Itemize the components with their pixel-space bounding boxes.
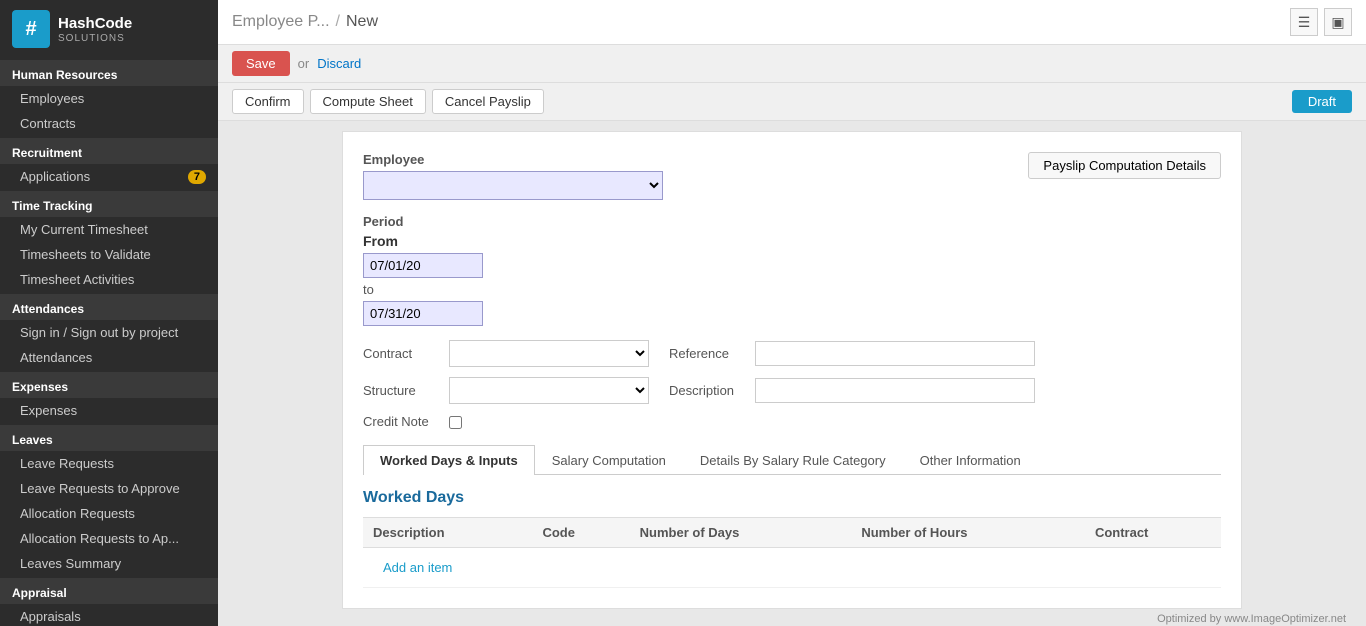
- col-contract: Contract: [1085, 518, 1221, 548]
- period-label: Period: [363, 214, 1221, 229]
- sidebar-item-allocation-requests-to-ap[interactable]: Allocation Requests to Ap...: [0, 526, 218, 551]
- tab-worked-days-inputs[interactable]: Worked Days & Inputs: [363, 445, 535, 475]
- draft-button[interactable]: Draft: [1292, 90, 1352, 113]
- breadcrumb-separator: /: [336, 13, 340, 31]
- tab-other-information[interactable]: Other Information: [903, 445, 1038, 475]
- sidebar-item-employees[interactable]: Employees: [0, 86, 218, 111]
- discard-button[interactable]: Discard: [317, 56, 361, 71]
- breadcrumb: Employee P... / New: [232, 13, 378, 31]
- sidebar-section-expenses: Expenses: [0, 372, 218, 398]
- sidebar-item-appraisals[interactable]: Appraisals: [0, 604, 218, 626]
- sidebar-item-leave-requests-to-approve[interactable]: Leave Requests to Approve: [0, 476, 218, 501]
- topbar: Employee P... / New ☰ ▣: [218, 0, 1366, 45]
- topbar-icons: ☰ ▣: [1290, 8, 1352, 36]
- logo-area: # HashCode SOLUTIONS: [0, 0, 218, 58]
- sidebar-item-leave-requests[interactable]: Leave Requests: [0, 451, 218, 476]
- logo-text: HashCode: [58, 15, 132, 33]
- cancel-payslip-button[interactable]: Cancel Payslip: [432, 89, 544, 114]
- structure-label: Structure: [363, 383, 433, 398]
- sidebar-item-attendances[interactable]: Attendances: [0, 345, 218, 370]
- contract-label: Contract: [363, 346, 433, 361]
- employee-select[interactable]: [363, 171, 663, 200]
- worked-days-title: Worked Days: [363, 489, 1221, 507]
- logo-icon: #: [12, 10, 50, 48]
- or-text: or: [298, 56, 310, 71]
- sidebar-item-applications[interactable]: Applications 7: [0, 164, 218, 189]
- sidebar-section-human-resources: Human Resources: [0, 60, 218, 86]
- credit-note-label: Credit Note: [363, 414, 433, 429]
- confirm-button[interactable]: Confirm: [232, 89, 304, 114]
- breadcrumb-current: New: [346, 13, 378, 31]
- applications-badge: 7: [188, 170, 206, 184]
- form-area: Employee Payslip Computation Details Per…: [218, 121, 1366, 626]
- description-input[interactable]: [755, 378, 1035, 403]
- period-section: Period From to: [363, 214, 1221, 326]
- add-item-link[interactable]: Add an item: [373, 554, 462, 581]
- reference-input[interactable]: [755, 341, 1035, 366]
- sidebar-item-timesheets-to-validate[interactable]: Timesheets to Validate: [0, 242, 218, 267]
- worked-days-table: Description Code Number of Days Number o…: [363, 517, 1221, 588]
- breadcrumb-parent[interactable]: Employee P...: [232, 13, 330, 31]
- col-code: Code: [532, 518, 629, 548]
- compute-sheet-button[interactable]: Compute Sheet: [310, 89, 426, 114]
- credit-note-checkbox[interactable]: [449, 416, 462, 429]
- sidebar-section-appraisal: Appraisal: [0, 578, 218, 604]
- sidebar-item-expenses[interactable]: Expenses: [0, 398, 218, 423]
- description-label: Description: [669, 383, 739, 398]
- main-area: Employee P... / New ☰ ▣ Save or Discard …: [218, 0, 1366, 626]
- to-date-input[interactable]: [363, 301, 483, 326]
- tab-details-by-salary-rule[interactable]: Details By Salary Rule Category: [683, 445, 903, 475]
- tab-salary-computation[interactable]: Salary Computation: [535, 445, 683, 475]
- from-label: From: [363, 233, 1221, 249]
- logo-sub: SOLUTIONS: [58, 33, 132, 44]
- sidebar-section-leaves: Leaves: [0, 425, 218, 451]
- sidebar-section-time-tracking: Time Tracking: [0, 191, 218, 217]
- sidebar: # HashCode SOLUTIONS Human Resources Emp…: [0, 0, 218, 626]
- sidebar-section-recruitment: Recruitment: [0, 138, 218, 164]
- sidebar-item-timesheet-activities[interactable]: Timesheet Activities: [0, 267, 218, 292]
- form-card: Employee Payslip Computation Details Per…: [342, 131, 1242, 609]
- employee-label: Employee: [363, 152, 663, 167]
- tabs-bar: Worked Days & Inputs Salary Computation …: [363, 445, 1221, 475]
- structure-select[interactable]: [449, 377, 649, 404]
- sidebar-section-attendances: Attendances: [0, 294, 218, 320]
- contract-select[interactable]: [449, 340, 649, 367]
- col-number-of-hours: Number of Hours: [851, 518, 1085, 548]
- employee-group: Employee: [363, 152, 663, 200]
- col-number-of-days: Number of Days: [630, 518, 852, 548]
- sidebar-item-my-current-timesheet[interactable]: My Current Timesheet: [0, 217, 218, 242]
- payslip-computation-button[interactable]: Payslip Computation Details: [1028, 152, 1221, 179]
- col-description: Description: [363, 518, 532, 548]
- list-view-button[interactable]: ☰: [1290, 8, 1318, 36]
- action-bar: Save or Discard: [218, 45, 1366, 83]
- buttons-bar: Confirm Compute Sheet Cancel Payslip Dra…: [218, 83, 1366, 121]
- reference-label: Reference: [669, 346, 739, 361]
- sidebar-item-leaves-summary[interactable]: Leaves Summary: [0, 551, 218, 576]
- to-label: to: [363, 282, 1221, 297]
- sidebar-item-contracts[interactable]: Contracts: [0, 111, 218, 136]
- card-view-button[interactable]: ▣: [1324, 8, 1352, 36]
- add-item-row: Add an item: [363, 548, 1221, 588]
- watermark: Optimized by www.ImageOptimizer.net: [238, 609, 1346, 626]
- save-button[interactable]: Save: [232, 51, 290, 76]
- sidebar-item-allocation-requests[interactable]: Allocation Requests: [0, 501, 218, 526]
- sidebar-item-sign-in-out[interactable]: Sign in / Sign out by project: [0, 320, 218, 345]
- worked-days-section: Worked Days Description Code Number of D…: [363, 489, 1221, 588]
- from-date-input[interactable]: [363, 253, 483, 278]
